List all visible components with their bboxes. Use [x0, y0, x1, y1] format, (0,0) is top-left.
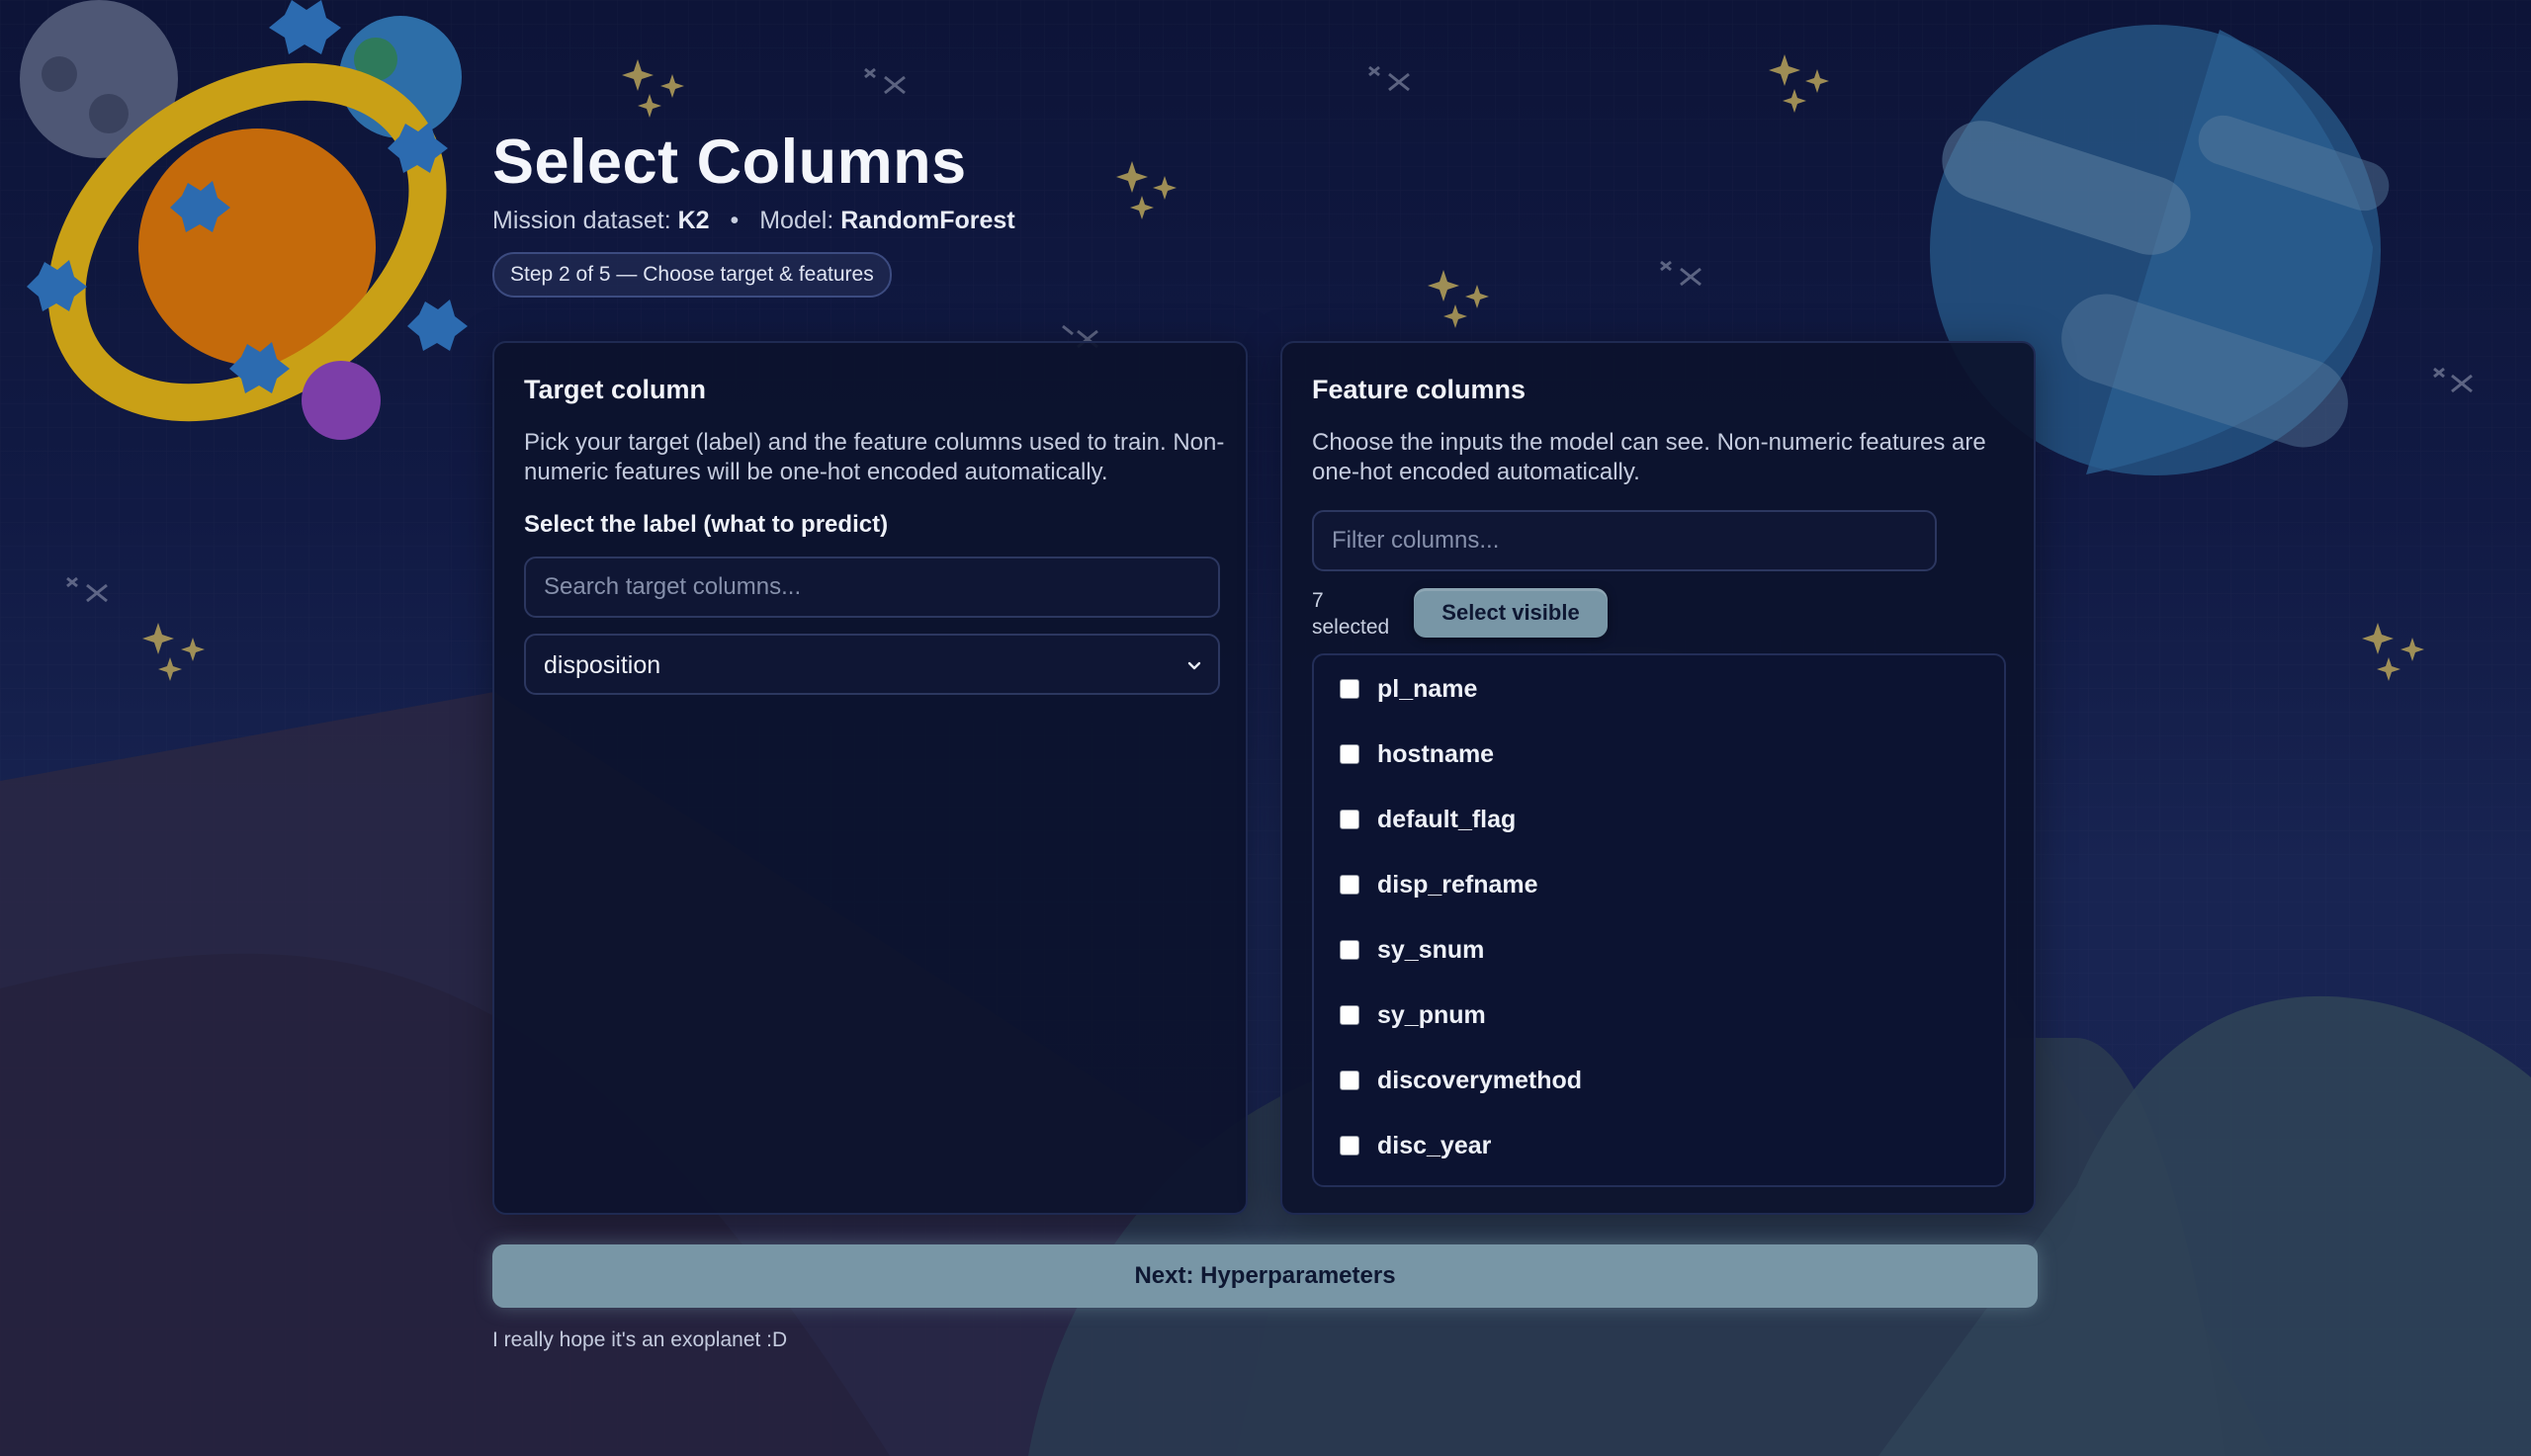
- step-badge: Step 2 of 5 — Choose target & features: [492, 252, 892, 298]
- target-select-value: disposition: [544, 651, 661, 679]
- column-checkbox[interactable]: [1340, 679, 1359, 699]
- column-checkbox[interactable]: [1340, 875, 1359, 895]
- list-item[interactable]: default_flag: [1340, 800, 1516, 839]
- target-label-heading: Select the label (what to predict): [524, 511, 889, 538]
- column-checkbox[interactable]: [1340, 810, 1359, 829]
- dataset-name: K2: [677, 207, 710, 234]
- select-visible-button[interactable]: Select visible: [1414, 588, 1608, 638]
- feature-panel-title: Feature columns: [1312, 375, 1527, 404]
- column-name: disp_refname: [1377, 870, 1538, 899]
- model-name: RandomForest: [840, 207, 1015, 234]
- list-item[interactable]: disp_refname: [1340, 865, 1538, 904]
- column-name: sy_pnum: [1377, 1000, 1486, 1029]
- chevron-down-icon: [1187, 661, 1201, 670]
- column-name: pl_name: [1377, 674, 1478, 703]
- column-checkbox[interactable]: [1340, 1071, 1359, 1090]
- target-column-panel: Target column Pick your target (label) a…: [492, 341, 1248, 1215]
- model-prefix: Model:: [759, 207, 834, 234]
- next-hyperparameters-button[interactable]: Next: Hyperparameters: [492, 1244, 2038, 1308]
- column-name: discoverymethod: [1377, 1066, 1583, 1094]
- column-name: disc_year: [1377, 1131, 1492, 1159]
- footer-note: I really hope it's an exoplanet :D: [492, 1328, 788, 1351]
- column-checkbox[interactable]: [1340, 744, 1359, 764]
- target-select[interactable]: disposition: [524, 634, 1220, 695]
- target-panel-title: Target column: [524, 375, 707, 404]
- column-name: hostname: [1377, 739, 1495, 768]
- column-checkbox[interactable]: [1340, 940, 1359, 960]
- list-item[interactable]: disc_year: [1340, 1126, 1491, 1165]
- target-search-input[interactable]: [524, 557, 1220, 618]
- feature-columns-panel: Feature columns Choose the inputs the mo…: [1280, 341, 2036, 1215]
- page: Select Columns Mission dataset: K2 • Mod…: [0, 0, 2531, 1456]
- column-checkbox[interactable]: [1340, 1005, 1359, 1025]
- dataset-prefix: Mission dataset:: [492, 207, 671, 234]
- column-name: default_flag: [1377, 805, 1517, 833]
- filter-columns-input[interactable]: [1312, 510, 1937, 571]
- target-panel-description: Pick your target (label) and the feature…: [524, 429, 1225, 485]
- list-item[interactable]: discoverymethod: [1340, 1061, 1582, 1100]
- column-name: sy_snum: [1377, 935, 1485, 964]
- page-title: Select Columns: [492, 128, 967, 197]
- selected-count-label: selected: [1312, 616, 1390, 639]
- selected-count-number: 7: [1312, 589, 1324, 612]
- feature-panel-description: Choose the inputs the model can see. Non…: [1312, 429, 1986, 485]
- list-item[interactable]: pl_name: [1340, 669, 1477, 709]
- column-checkbox[interactable]: [1340, 1136, 1359, 1156]
- list-item[interactable]: sy_snum: [1340, 930, 1484, 970]
- selected-count: 7 selected: [1312, 587, 1389, 641]
- feature-column-list: pl_name hostname default_flag disp_refna…: [1312, 653, 2006, 1187]
- mission-subtitle: Mission dataset: K2 • Model: RandomFores…: [492, 207, 1015, 235]
- separator-dot: •: [730, 207, 740, 234]
- list-item[interactable]: hostname: [1340, 734, 1494, 774]
- list-item[interactable]: sy_pnum: [1340, 995, 1486, 1035]
